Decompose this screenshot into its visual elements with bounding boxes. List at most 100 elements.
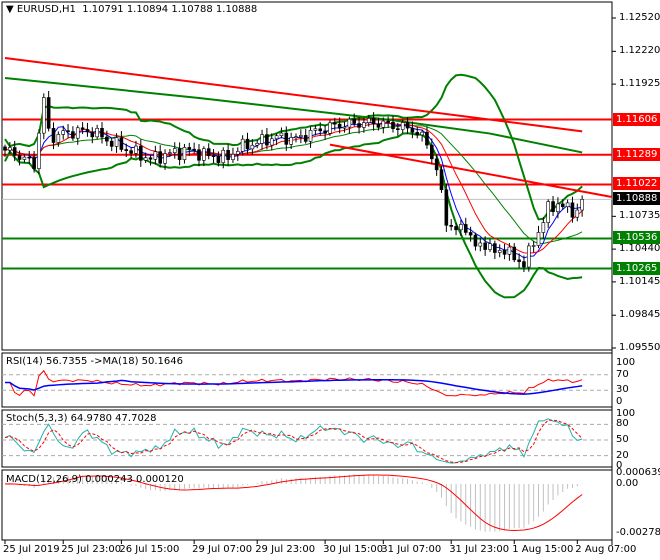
- candle-body: [308, 130, 313, 142]
- candle-body: [95, 128, 99, 138]
- candle-body: [202, 148, 206, 161]
- candle-body: [400, 122, 405, 130]
- y-tick-label: 1.09550: [619, 342, 660, 353]
- candle-body: [75, 127, 80, 139]
- candle-body: [328, 122, 332, 134]
- high-value: 1.10894: [126, 4, 169, 15]
- trendline: [329, 143, 612, 198]
- y-tick-label: 1.10145: [619, 275, 660, 287]
- candle-body: [289, 137, 293, 145]
- candle-body: [459, 224, 463, 231]
- x-tick-label: 31 Jul 23:00: [449, 544, 510, 555]
- candle-body: [163, 153, 167, 164]
- y-tick-label: 1.11925: [619, 78, 660, 90]
- x-tick-label: 29 Jul 23:00: [255, 544, 316, 555]
- ma-slow-line: [4, 122, 583, 254]
- rsi-tick-label: 70: [616, 368, 629, 380]
- candle-body: [507, 246, 512, 255]
- candle-body: [299, 135, 303, 137]
- candle-body: [497, 250, 502, 253]
- candle-body: [517, 259, 521, 262]
- candle-body: [250, 144, 255, 150]
- candle-body: [478, 242, 483, 247]
- candle-body: [415, 132, 420, 136]
- candle-body: [386, 120, 390, 123]
- candle-body: [51, 128, 56, 143]
- stoch-main-line: [4, 418, 583, 464]
- candle-body: [502, 250, 507, 255]
- candle-body: [439, 169, 444, 191]
- candle-body: [381, 120, 386, 128]
- candle-body: [105, 136, 109, 142]
- candle-body: [352, 118, 357, 124]
- candle-body: [56, 134, 61, 143]
- candle-body: [391, 121, 395, 129]
- dropdown-triangle-icon[interactable]: ▼: [6, 4, 14, 15]
- candle-body: [216, 156, 221, 163]
- candle-body: [473, 234, 478, 247]
- rsi-tick-label: 30: [616, 384, 629, 396]
- candle-body: [37, 132, 41, 169]
- candle-body: [134, 145, 138, 154]
- y-tick-label: 1.12220: [619, 45, 660, 57]
- candle-body: [211, 155, 216, 158]
- candle-body: [182, 147, 187, 160]
- candle-body: [429, 144, 434, 160]
- x-tick-label: 25 Jul 23:00: [61, 544, 122, 555]
- y-tick-label: 1.10735: [619, 210, 660, 222]
- candle-body: [80, 127, 85, 130]
- candle-body: [139, 145, 143, 161]
- candle-body: [541, 222, 546, 233]
- candle-body: [265, 134, 269, 146]
- low-value: 1.10788: [171, 4, 213, 15]
- candle-body: [434, 158, 439, 171]
- candle-body: [454, 226, 458, 231]
- candle-body: [357, 123, 361, 128]
- candle-body: [114, 137, 119, 147]
- candle-body: [231, 153, 235, 160]
- candle-body: [192, 148, 196, 151]
- candle-body: [119, 137, 124, 150]
- trendline: [4, 77, 583, 154]
- candle-body: [124, 149, 129, 151]
- candle-body: [332, 122, 337, 125]
- candle-body: [371, 118, 376, 125]
- candle-body: [526, 245, 531, 268]
- stoch-label: Stoch(5,3,3) 64.9780 47.7028: [6, 413, 157, 424]
- candle-body: [410, 127, 415, 133]
- candle-body: [12, 147, 17, 156]
- candle-body: [512, 246, 517, 261]
- x-tick-label: 1 Aug 15:00: [512, 544, 574, 555]
- candle-body: [362, 122, 366, 128]
- macd-label: MACD(12,26,9) 0.000243 0.000120: [6, 474, 184, 485]
- candle-body: [420, 131, 424, 136]
- stoch-tick-label: 80: [616, 418, 629, 430]
- candle-body: [245, 138, 250, 150]
- candle-body: [376, 123, 381, 128]
- candle-body: [366, 118, 371, 123]
- candle-body: [109, 140, 114, 147]
- candle-body: [153, 151, 158, 160]
- candle-body: [46, 97, 51, 129]
- x-tick-label: 25 Jul 2019: [3, 544, 60, 555]
- rsi-tick-label: 100: [616, 357, 636, 368]
- candle-body: [396, 128, 400, 130]
- candle-body: [221, 149, 226, 163]
- candle-body: [522, 261, 526, 268]
- candle-body: [197, 149, 201, 161]
- x-tick-label: 2 Aug 07:00: [575, 544, 637, 555]
- rsi-tick-label: 0: [616, 396, 623, 407]
- candle-body: [546, 201, 551, 223]
- y-tick-label: 1.12520: [619, 12, 660, 23]
- level-price-tag: 1.11606: [613, 112, 660, 126]
- candle-body: [255, 143, 259, 146]
- candle-body: [405, 122, 410, 129]
- candle-body: [347, 118, 352, 128]
- candle-body: [536, 232, 541, 246]
- y-tick-label: 1.09845: [619, 309, 660, 321]
- candle-body: [90, 131, 95, 138]
- candle-body: [294, 136, 298, 138]
- stoch-tick-label: 50: [616, 434, 629, 445]
- candle-body: [172, 148, 177, 153]
- chart-window[interactable]: ▼ EURUSD,H1 1.10791 1.10894 1.10788 1.10…: [0, 0, 660, 560]
